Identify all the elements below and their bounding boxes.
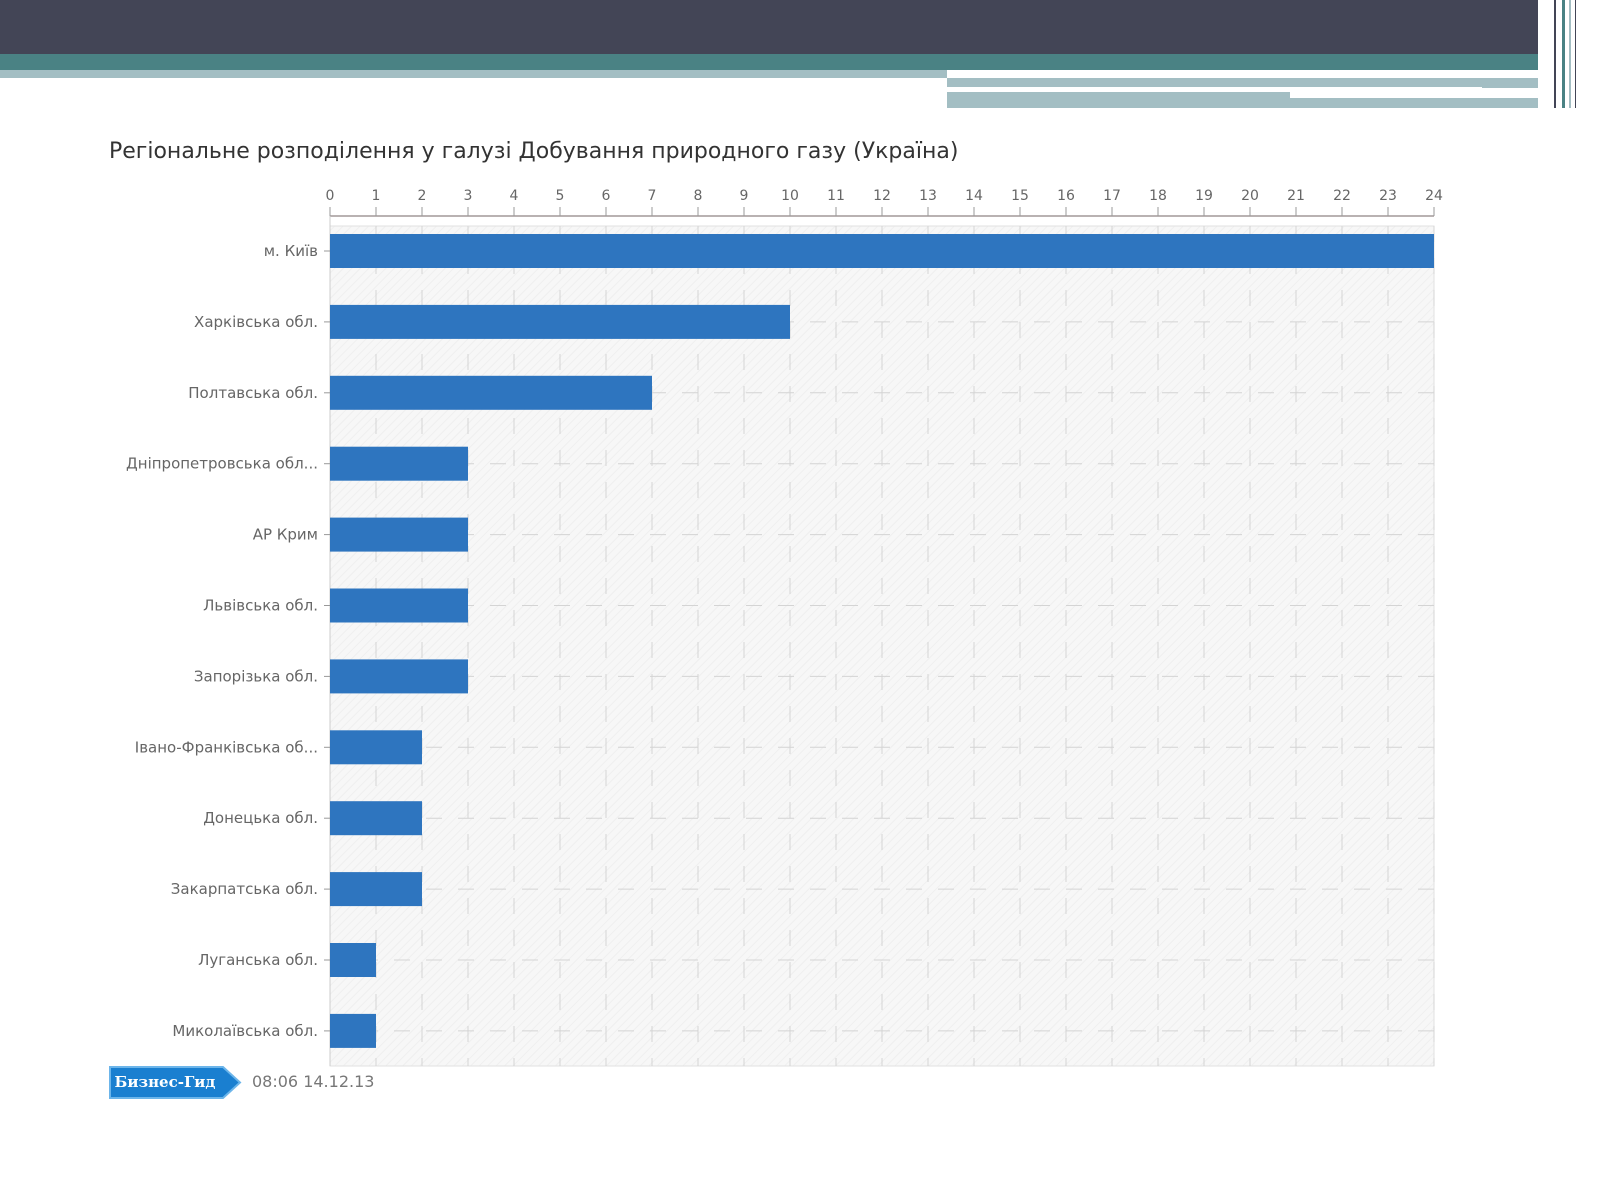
x-tick-label: 3 (464, 188, 473, 204)
bar (330, 588, 468, 623)
x-tick-label: 0 (326, 188, 335, 204)
x-tick-label: 24 (1425, 188, 1443, 204)
category-label: Львівська обл. (203, 597, 318, 615)
category-label: Закарпатська обл. (171, 880, 318, 898)
chart-timestamp: 08:06 14.12.13 (252, 1072, 375, 1091)
category-label: Харківська обл. (194, 313, 318, 331)
x-tick-label: 22 (1333, 188, 1351, 204)
bar (330, 659, 468, 694)
x-tick-label: 4 (510, 188, 519, 204)
category-label: Донецька обл. (203, 809, 318, 827)
x-tick-label: 12 (873, 188, 891, 204)
x-tick-label: 7 (648, 188, 657, 204)
category-label: Луганська обл. (198, 951, 318, 969)
bar (330, 1013, 376, 1048)
x-tick-label: 20 (1241, 188, 1259, 204)
x-tick-label: 9 (740, 188, 749, 204)
category-label: м. Київ (264, 242, 318, 260)
bar (330, 943, 376, 977)
x-tick-label: 19 (1195, 188, 1213, 204)
x-tick-label: 15 (1011, 188, 1029, 204)
x-tick-label: 21 (1287, 188, 1305, 204)
category-label: Запорізька обл. (194, 667, 318, 685)
category-label: Івано-Франківська об... (135, 738, 318, 756)
business-guide-logo[interactable]: Бизнес-Гид (109, 1066, 242, 1099)
x-tick-label: 14 (965, 188, 983, 204)
category-label: Полтавська обл. (188, 384, 318, 402)
category-label: Дніпропетровська обл... (126, 455, 318, 473)
bar (330, 872, 422, 907)
x-tick-label: 5 (556, 188, 565, 204)
x-tick-label: 1 (372, 188, 381, 204)
bar (330, 446, 468, 481)
logo-text: Бизнес-Гид (114, 1073, 216, 1091)
x-tick-label: 13 (919, 188, 937, 204)
bar (330, 304, 790, 339)
bar (330, 375, 652, 410)
bar (330, 517, 468, 552)
bar (330, 801, 422, 836)
x-tick-label: 10 (781, 188, 799, 204)
category-label: АР Крим (253, 526, 318, 544)
x-tick-label: 17 (1103, 188, 1121, 204)
bar (330, 730, 422, 765)
x-tick-label: 11 (827, 188, 845, 204)
x-tick-label: 2 (418, 188, 427, 204)
x-tick-label: 16 (1057, 188, 1075, 204)
bar (330, 234, 1434, 268)
x-tick-label: 6 (602, 188, 611, 204)
x-tick-label: 18 (1149, 188, 1167, 204)
category-label: Миколаївська обл. (172, 1022, 318, 1040)
bar-chart: 0 1 2 3 4 5 6 7 8 9 10 11 12 13 14 15 16 17 18 19 20 21 22 23 24… (126, 188, 1443, 1067)
x-tick-label: 23 (1379, 188, 1397, 204)
x-tick-label: 8 (694, 188, 703, 204)
